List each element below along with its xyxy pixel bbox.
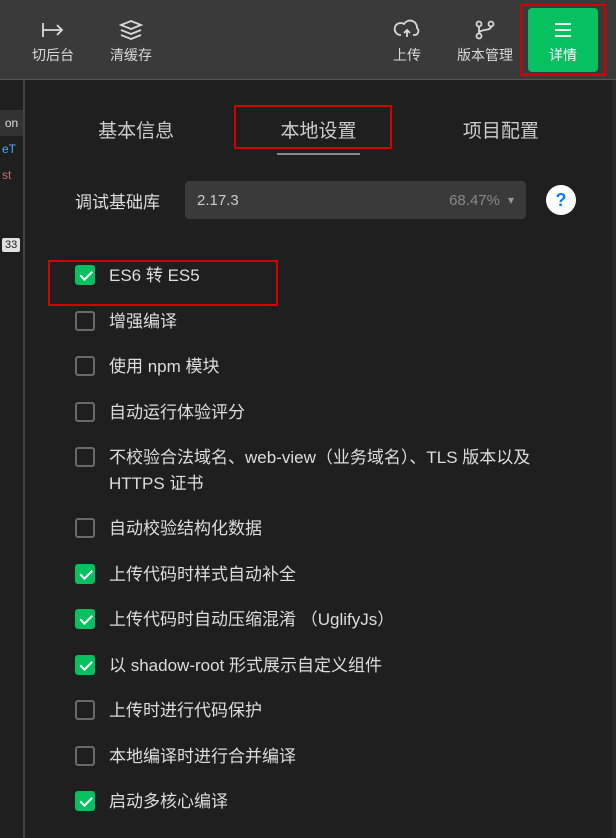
check-auto-struct[interactable]: 自动校验结构化数据 — [75, 506, 576, 552]
settings-panel: 基本信息 本地设置 项目配置 调试基础库 2.17.3 68.47% ▾ ? E… — [24, 80, 612, 838]
switch-back-icon — [40, 15, 66, 45]
toolbar: 切后台 清缓存 上传 版本管理 详情 — [0, 0, 616, 80]
clear-cache-button[interactable]: 清缓存 — [96, 8, 166, 72]
checkbox-multicore[interactable] — [75, 791, 95, 811]
check-label-no-check-domain: 不校验合法域名、web-view（业务域名）、TLS 版本以及 HTTPS 证书 — [109, 445, 576, 496]
branch-icon — [473, 15, 497, 45]
details-button[interactable]: 详情 — [528, 8, 598, 72]
check-label-auto-style: 上传代码时样式自动补全 — [109, 562, 576, 588]
checkbox-enhanced[interactable] — [75, 311, 95, 331]
check-label-uglify: 上传代码时自动压缩混淆 （UglifyJs） — [109, 607, 576, 633]
clear-cache-label: 清缓存 — [110, 45, 152, 65]
check-no-check-domain[interactable]: 不校验合法域名、web-view（业务域名）、TLS 版本以及 HTTPS 证书 — [75, 435, 576, 506]
checkbox-no-check-domain[interactable] — [75, 447, 95, 467]
debug-lib-version: 2.17.3 — [197, 192, 239, 209]
check-label-shadow-root: 以 shadow-root 形式展示自定义组件 — [109, 653, 576, 679]
switch-back-label: 切后台 — [32, 45, 74, 65]
check-label-auto-struct: 自动校验结构化数据 — [109, 516, 576, 542]
check-protect[interactable]: 上传时进行代码保护 — [75, 688, 576, 734]
check-label-npm: 使用 npm 模块 — [109, 354, 576, 380]
debug-lib-row: 调试基础库 2.17.3 68.47% ▾ ? — [75, 181, 576, 219]
details-label: 详情 — [549, 45, 577, 65]
checkbox-auto-style[interactable] — [75, 564, 95, 584]
check-list: ES6 转 ES5 增强编译使用 npm 模块自动运行体验评分不校验合法域名、we… — [25, 253, 612, 838]
tab-project-config[interactable]: 项目配置 — [449, 110, 553, 155]
checkbox-protect[interactable] — [75, 700, 95, 720]
check-label-merge: 本地编译时进行合并编译 — [109, 744, 576, 770]
layers-icon — [118, 15, 144, 45]
check-enhanced[interactable]: 增强编译 — [75, 299, 576, 345]
tab-bar: 基本信息 本地设置 项目配置 — [25, 80, 612, 155]
check-label-protect: 上传时进行代码保护 — [109, 698, 576, 724]
check-label-es6: ES6 转 ES5 — [109, 263, 576, 289]
check-label-enhanced: 增强编译 — [109, 309, 576, 335]
tab-basic-info[interactable]: 基本信息 — [84, 110, 188, 155]
checkbox-shadow-root[interactable] — [75, 655, 95, 675]
checkbox-auto-struct[interactable] — [75, 518, 95, 538]
check-multicore[interactable]: 启动多核心编译 — [75, 779, 576, 825]
checkbox-es6[interactable] — [75, 265, 95, 285]
check-merge[interactable]: 本地编译时进行合并编译 — [75, 734, 576, 780]
check-label-auto-eval: 自动运行体验评分 — [109, 400, 576, 426]
version-mgmt-button[interactable]: 版本管理 — [450, 8, 520, 72]
upload-label: 上传 — [393, 45, 421, 65]
menu-icon — [551, 15, 575, 45]
tab-local-settings[interactable]: 本地设置 — [266, 110, 370, 155]
check-es6[interactable]: ES6 转 ES5 — [75, 253, 576, 299]
checkbox-npm[interactable] — [75, 356, 95, 376]
switch-back-button[interactable]: 切后台 — [18, 8, 88, 72]
debug-lib-label: 调试基础库 — [75, 188, 165, 213]
check-uglify[interactable]: 上传代码时自动压缩混淆 （UglifyJs） — [75, 597, 576, 643]
debug-lib-select[interactable]: 2.17.3 68.47% ▾ — [185, 181, 526, 219]
upload-button[interactable]: 上传 — [372, 8, 442, 72]
checkbox-uglify[interactable] — [75, 609, 95, 629]
debug-lib-percent: 68.47% — [449, 192, 500, 209]
check-label-multicore: 启动多核心编译 — [109, 789, 576, 815]
check-shadow-root[interactable]: 以 shadow-root 形式展示自定义组件 — [75, 643, 576, 689]
cloud-upload-icon — [393, 15, 421, 45]
checkbox-merge[interactable] — [75, 746, 95, 766]
checkbox-auto-eval[interactable] — [75, 402, 95, 422]
version-mgmt-label: 版本管理 — [457, 45, 513, 65]
check-auto-eval[interactable]: 自动运行体验评分 — [75, 390, 576, 436]
check-npm[interactable]: 使用 npm 模块 — [75, 344, 576, 390]
check-auto-style[interactable]: 上传代码时样式自动补全 — [75, 552, 576, 598]
chevron-down-icon: ▾ — [508, 193, 514, 207]
editor-gutter: on eT st 33 — [0, 80, 24, 838]
help-button[interactable]: ? — [546, 185, 576, 215]
